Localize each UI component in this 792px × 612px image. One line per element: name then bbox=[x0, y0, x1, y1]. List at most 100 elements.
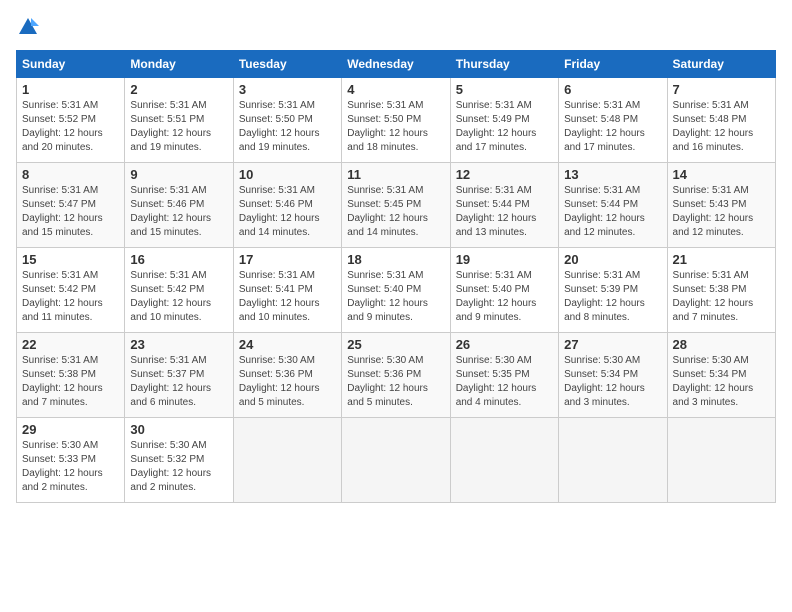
logo bbox=[16, 16, 39, 38]
day-number: 4 bbox=[347, 82, 444, 97]
day-number: 24 bbox=[239, 337, 336, 352]
weekday-header-friday: Friday bbox=[559, 51, 667, 78]
day-number: 27 bbox=[564, 337, 661, 352]
day-number: 30 bbox=[130, 422, 227, 437]
day-number: 7 bbox=[673, 82, 770, 97]
calendar-cell: 6 Sunrise: 5:31 AM Sunset: 5:48 PM Dayli… bbox=[559, 78, 667, 163]
calendar-header: SundayMondayTuesdayWednesdayThursdayFrid… bbox=[17, 51, 776, 78]
day-number: 28 bbox=[673, 337, 770, 352]
day-info: Sunrise: 5:31 AM Sunset: 5:46 PM Dayligh… bbox=[130, 184, 227, 240]
calendar-week-1: 1 Sunrise: 5:31 AM Sunset: 5:52 PM Dayli… bbox=[17, 78, 776, 163]
day-info: Sunrise: 5:31 AM Sunset: 5:50 PM Dayligh… bbox=[347, 99, 444, 155]
day-info: Sunrise: 5:31 AM Sunset: 5:51 PM Dayligh… bbox=[130, 99, 227, 155]
day-info: Sunrise: 5:31 AM Sunset: 5:37 PM Dayligh… bbox=[130, 354, 227, 410]
calendar-cell: 28 Sunrise: 5:30 AM Sunset: 5:34 PM Dayl… bbox=[667, 333, 775, 418]
calendar-cell: 3 Sunrise: 5:31 AM Sunset: 5:50 PM Dayli… bbox=[233, 78, 341, 163]
calendar-cell: 8 Sunrise: 5:31 AM Sunset: 5:47 PM Dayli… bbox=[17, 163, 125, 248]
day-info: Sunrise: 5:31 AM Sunset: 5:48 PM Dayligh… bbox=[564, 99, 661, 155]
day-number: 6 bbox=[564, 82, 661, 97]
calendar-cell: 11 Sunrise: 5:31 AM Sunset: 5:45 PM Dayl… bbox=[342, 163, 450, 248]
calendar-cell: 23 Sunrise: 5:31 AM Sunset: 5:37 PM Dayl… bbox=[125, 333, 233, 418]
day-info: Sunrise: 5:31 AM Sunset: 5:38 PM Dayligh… bbox=[22, 354, 119, 410]
calendar-cell: 12 Sunrise: 5:31 AM Sunset: 5:44 PM Dayl… bbox=[450, 163, 558, 248]
day-number: 8 bbox=[22, 167, 119, 182]
day-number: 15 bbox=[22, 252, 119, 267]
day-info: Sunrise: 5:30 AM Sunset: 5:33 PM Dayligh… bbox=[22, 439, 119, 495]
day-info: Sunrise: 5:31 AM Sunset: 5:40 PM Dayligh… bbox=[456, 269, 553, 325]
day-number: 29 bbox=[22, 422, 119, 437]
logo-icon bbox=[17, 16, 39, 38]
weekday-header-monday: Monday bbox=[125, 51, 233, 78]
calendar-cell: 13 Sunrise: 5:31 AM Sunset: 5:44 PM Dayl… bbox=[559, 163, 667, 248]
day-number: 18 bbox=[347, 252, 444, 267]
calendar-cell: 1 Sunrise: 5:31 AM Sunset: 5:52 PM Dayli… bbox=[17, 78, 125, 163]
day-number: 23 bbox=[130, 337, 227, 352]
day-info: Sunrise: 5:31 AM Sunset: 5:42 PM Dayligh… bbox=[130, 269, 227, 325]
day-info: Sunrise: 5:31 AM Sunset: 5:45 PM Dayligh… bbox=[347, 184, 444, 240]
day-info: Sunrise: 5:30 AM Sunset: 5:32 PM Dayligh… bbox=[130, 439, 227, 495]
calendar-cell: 10 Sunrise: 5:31 AM Sunset: 5:46 PM Dayl… bbox=[233, 163, 341, 248]
day-info: Sunrise: 5:31 AM Sunset: 5:46 PM Dayligh… bbox=[239, 184, 336, 240]
day-number: 9 bbox=[130, 167, 227, 182]
day-number: 21 bbox=[673, 252, 770, 267]
day-number: 11 bbox=[347, 167, 444, 182]
day-number: 14 bbox=[673, 167, 770, 182]
day-info: Sunrise: 5:31 AM Sunset: 5:42 PM Dayligh… bbox=[22, 269, 119, 325]
calendar-body: 1 Sunrise: 5:31 AM Sunset: 5:52 PM Dayli… bbox=[17, 78, 776, 503]
weekday-header-saturday: Saturday bbox=[667, 51, 775, 78]
day-info: Sunrise: 5:31 AM Sunset: 5:43 PM Dayligh… bbox=[673, 184, 770, 240]
day-number: 13 bbox=[564, 167, 661, 182]
day-number: 25 bbox=[347, 337, 444, 352]
calendar-week-2: 8 Sunrise: 5:31 AM Sunset: 5:47 PM Dayli… bbox=[17, 163, 776, 248]
calendar-cell: 18 Sunrise: 5:31 AM Sunset: 5:40 PM Dayl… bbox=[342, 248, 450, 333]
weekday-header-thursday: Thursday bbox=[450, 51, 558, 78]
day-number: 22 bbox=[22, 337, 119, 352]
day-number: 1 bbox=[22, 82, 119, 97]
day-info: Sunrise: 5:31 AM Sunset: 5:41 PM Dayligh… bbox=[239, 269, 336, 325]
calendar-cell: 19 Sunrise: 5:31 AM Sunset: 5:40 PM Dayl… bbox=[450, 248, 558, 333]
day-number: 10 bbox=[239, 167, 336, 182]
day-info: Sunrise: 5:31 AM Sunset: 5:39 PM Dayligh… bbox=[564, 269, 661, 325]
calendar-cell bbox=[559, 418, 667, 503]
calendar-cell bbox=[450, 418, 558, 503]
calendar-week-4: 22 Sunrise: 5:31 AM Sunset: 5:38 PM Dayl… bbox=[17, 333, 776, 418]
day-info: Sunrise: 5:31 AM Sunset: 5:40 PM Dayligh… bbox=[347, 269, 444, 325]
calendar-cell: 4 Sunrise: 5:31 AM Sunset: 5:50 PM Dayli… bbox=[342, 78, 450, 163]
calendar-cell: 17 Sunrise: 5:31 AM Sunset: 5:41 PM Dayl… bbox=[233, 248, 341, 333]
calendar-cell bbox=[667, 418, 775, 503]
day-info: Sunrise: 5:31 AM Sunset: 5:44 PM Dayligh… bbox=[564, 184, 661, 240]
day-number: 5 bbox=[456, 82, 553, 97]
calendar-cell: 21 Sunrise: 5:31 AM Sunset: 5:38 PM Dayl… bbox=[667, 248, 775, 333]
weekday-header-wednesday: Wednesday bbox=[342, 51, 450, 78]
page-header bbox=[16, 16, 776, 38]
day-info: Sunrise: 5:31 AM Sunset: 5:49 PM Dayligh… bbox=[456, 99, 553, 155]
calendar-cell: 5 Sunrise: 5:31 AM Sunset: 5:49 PM Dayli… bbox=[450, 78, 558, 163]
calendar-cell: 15 Sunrise: 5:31 AM Sunset: 5:42 PM Dayl… bbox=[17, 248, 125, 333]
day-info: Sunrise: 5:31 AM Sunset: 5:50 PM Dayligh… bbox=[239, 99, 336, 155]
calendar-cell: 24 Sunrise: 5:30 AM Sunset: 5:36 PM Dayl… bbox=[233, 333, 341, 418]
day-number: 16 bbox=[130, 252, 227, 267]
calendar-cell: 14 Sunrise: 5:31 AM Sunset: 5:43 PM Dayl… bbox=[667, 163, 775, 248]
calendar-cell: 2 Sunrise: 5:31 AM Sunset: 5:51 PM Dayli… bbox=[125, 78, 233, 163]
calendar-table: SundayMondayTuesdayWednesdayThursdayFrid… bbox=[16, 50, 776, 503]
day-number: 19 bbox=[456, 252, 553, 267]
day-info: Sunrise: 5:30 AM Sunset: 5:36 PM Dayligh… bbox=[239, 354, 336, 410]
day-info: Sunrise: 5:31 AM Sunset: 5:48 PM Dayligh… bbox=[673, 99, 770, 155]
calendar-cell: 22 Sunrise: 5:31 AM Sunset: 5:38 PM Dayl… bbox=[17, 333, 125, 418]
day-number: 3 bbox=[239, 82, 336, 97]
day-info: Sunrise: 5:30 AM Sunset: 5:36 PM Dayligh… bbox=[347, 354, 444, 410]
day-info: Sunrise: 5:31 AM Sunset: 5:38 PM Dayligh… bbox=[673, 269, 770, 325]
day-info: Sunrise: 5:30 AM Sunset: 5:34 PM Dayligh… bbox=[673, 354, 770, 410]
day-number: 26 bbox=[456, 337, 553, 352]
day-info: Sunrise: 5:30 AM Sunset: 5:35 PM Dayligh… bbox=[456, 354, 553, 410]
calendar-cell: 7 Sunrise: 5:31 AM Sunset: 5:48 PM Dayli… bbox=[667, 78, 775, 163]
weekday-header-tuesday: Tuesday bbox=[233, 51, 341, 78]
day-number: 17 bbox=[239, 252, 336, 267]
calendar-cell: 29 Sunrise: 5:30 AM Sunset: 5:33 PM Dayl… bbox=[17, 418, 125, 503]
calendar-cell bbox=[342, 418, 450, 503]
calendar-cell: 9 Sunrise: 5:31 AM Sunset: 5:46 PM Dayli… bbox=[125, 163, 233, 248]
day-info: Sunrise: 5:31 AM Sunset: 5:47 PM Dayligh… bbox=[22, 184, 119, 240]
calendar-cell: 16 Sunrise: 5:31 AM Sunset: 5:42 PM Dayl… bbox=[125, 248, 233, 333]
calendar-cell: 27 Sunrise: 5:30 AM Sunset: 5:34 PM Dayl… bbox=[559, 333, 667, 418]
calendar-cell bbox=[233, 418, 341, 503]
